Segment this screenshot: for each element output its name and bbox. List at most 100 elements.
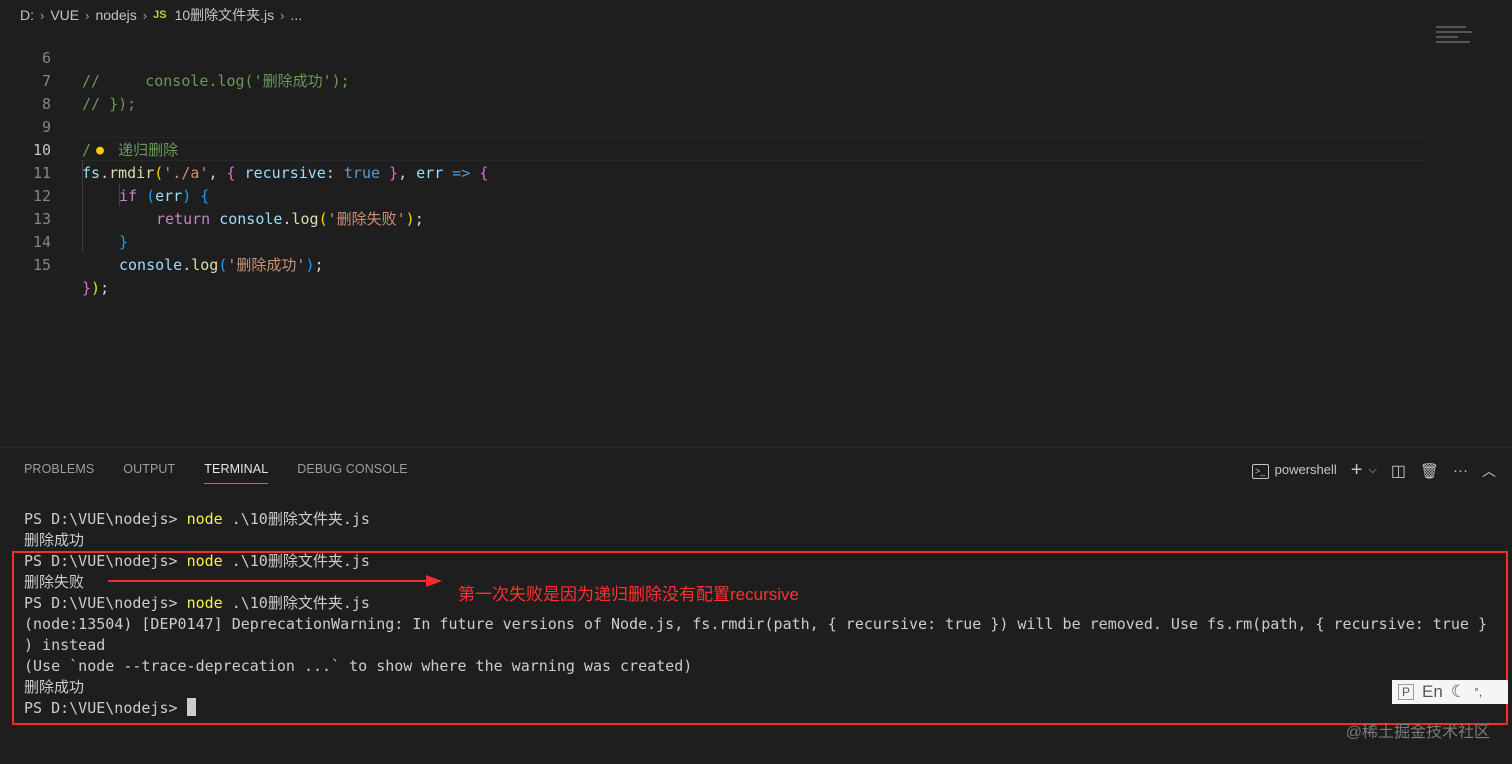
code-text: }	[119, 233, 129, 251]
code-text: // });	[82, 95, 137, 113]
token: console	[219, 210, 283, 228]
more-icon[interactable]: ···	[1453, 462, 1468, 479]
token: (	[318, 210, 328, 228]
code-line: 6 // console.log('删除成功');	[0, 24, 350, 90]
shell-label: powershell	[1274, 462, 1337, 477]
line-number: 15	[32, 256, 51, 274]
ime-language[interactable]: En	[1422, 682, 1443, 702]
breadcrumb-nodejs[interactable]: nodejs	[95, 7, 136, 23]
token: {	[226, 164, 236, 182]
plus-icon[interactable]: +	[1351, 459, 1363, 482]
code-line: 11 if (err) {	[0, 139, 209, 205]
token: {	[479, 164, 489, 182]
lightbulb-icon[interactable]: ●	[91, 139, 109, 162]
punctuation-icon[interactable]: °,	[1474, 685, 1482, 699]
token: true	[343, 164, 381, 182]
code-text: / ● 递归删除	[82, 139, 178, 162]
javascript-file-icon: JS	[153, 9, 167, 21]
comment-text: 递归删除	[118, 141, 179, 159]
trash-icon[interactable]: 🗑	[1420, 462, 1439, 480]
code-line: 12 return console.log('删除失败');	[0, 162, 424, 228]
token: '删除失败'	[327, 210, 406, 228]
terminal-line: 删除成功	[24, 531, 85, 549]
code-text: fs.rmdir('./a', { recursive: true }, err…	[82, 162, 488, 185]
token: )	[91, 279, 101, 297]
code-line: 13 }	[0, 185, 128, 251]
token: fs	[82, 164, 101, 182]
token: }	[82, 279, 92, 297]
token: if	[119, 187, 138, 205]
token: )	[405, 210, 415, 228]
code-line: 7 // });	[0, 47, 136, 113]
code-line: 14 console.log('删除成功');	[0, 208, 324, 274]
split-icon[interactable]: ◫	[1391, 461, 1406, 481]
token: :	[325, 164, 344, 182]
token: '删除成功'	[227, 256, 306, 274]
code-line: 9 /● 递归删除	[0, 93, 178, 159]
code-text: console.log('删除成功');	[119, 254, 324, 277]
token: {	[191, 187, 210, 205]
tab-problems[interactable]: PROBLEMS	[24, 462, 94, 484]
token: rmdir	[109, 164, 155, 182]
token: console	[119, 256, 183, 274]
comment-prefix: /	[82, 141, 92, 159]
token: './a'	[163, 164, 209, 182]
chevron-up-icon[interactable]: ︿	[1482, 461, 1496, 481]
token: log	[291, 210, 319, 228]
token: ;	[414, 210, 424, 228]
token: ;	[100, 279, 110, 297]
terminal-line: PS D:\VUE\nodejs> node .\10删除文件夹.js	[24, 509, 370, 530]
token: return	[156, 210, 211, 228]
token: err	[416, 164, 444, 182]
watermark: @稀土掘金技术社区	[1345, 724, 1490, 741]
current-line-highlight	[76, 137, 1428, 161]
token: (	[146, 187, 156, 205]
command-arg: .\10删除文件夹.js	[222, 510, 370, 528]
token: ,	[208, 164, 227, 182]
token: =>	[443, 164, 480, 182]
ime-toolbar[interactable]: P En ☾ °,	[1392, 680, 1508, 704]
code-text: // console.log('删除成功');	[82, 72, 350, 90]
chevron-down-icon[interactable]: ⌵	[1368, 464, 1376, 477]
breadcrumb-symbol[interactable]: ...	[290, 7, 302, 23]
token: .	[100, 164, 110, 182]
token: (	[154, 164, 164, 182]
annotation-text: 第一次失败是因为递归删除没有配置recursive	[458, 585, 799, 604]
code-line: 8	[0, 70, 51, 113]
code-line: 10 fs.rmdir('./a', { recursive: true }, …	[0, 116, 488, 182]
chevron-right-icon: ›	[85, 7, 90, 23]
panel-tab-bar: PROBLEMS OUTPUT TERMINAL DEBUG CONSOLE	[24, 462, 408, 484]
tab-output[interactable]: OUTPUT	[123, 462, 175, 484]
code-line: 15 });	[0, 231, 109, 297]
code-text: return console.log('删除失败');	[156, 208, 424, 231]
panel-actions: >_ powershell + ⌵ ◫ 🗑 ··· ︿	[1251, 459, 1496, 482]
tab-debug-console[interactable]: DEBUG CONSOLE	[297, 462, 407, 484]
terminal-icon: >_	[1251, 464, 1269, 479]
code-text: });	[82, 277, 109, 300]
moon-icon[interactable]: ☾	[1451, 682, 1466, 702]
token: recursive	[235, 164, 326, 182]
chevron-right-icon: ›	[142, 7, 148, 23]
prompt: PS D:\VUE\nodejs>	[24, 510, 187, 528]
token: .	[182, 256, 192, 274]
command: node	[186, 510, 223, 528]
token: ;	[314, 256, 324, 274]
breadcrumb-vue[interactable]: VUE	[50, 7, 79, 23]
breadcrumb-drive[interactable]: D:	[20, 7, 34, 23]
token: )	[182, 187, 192, 205]
code-text: if (err) {	[119, 185, 209, 208]
chevron-right-icon: ›	[40, 7, 45, 23]
code-editor[interactable]: 6 // console.log('删除成功'); 7 // }); 8 9 /…	[0, 24, 1512, 444]
token: }	[380, 164, 399, 182]
breadcrumb-file[interactable]: 10删除文件夹.js	[175, 5, 275, 25]
ime-p-button[interactable]: P	[1398, 684, 1415, 700]
annotation-arrow	[108, 575, 442, 587]
tab-terminal[interactable]: TERMINAL	[204, 462, 269, 484]
token: ,	[398, 164, 417, 182]
minimap[interactable]	[1436, 26, 1476, 54]
chevron-right-icon: ›	[280, 7, 285, 23]
token: log	[191, 256, 219, 274]
shell-selector[interactable]: >_ powershell	[1251, 462, 1337, 479]
